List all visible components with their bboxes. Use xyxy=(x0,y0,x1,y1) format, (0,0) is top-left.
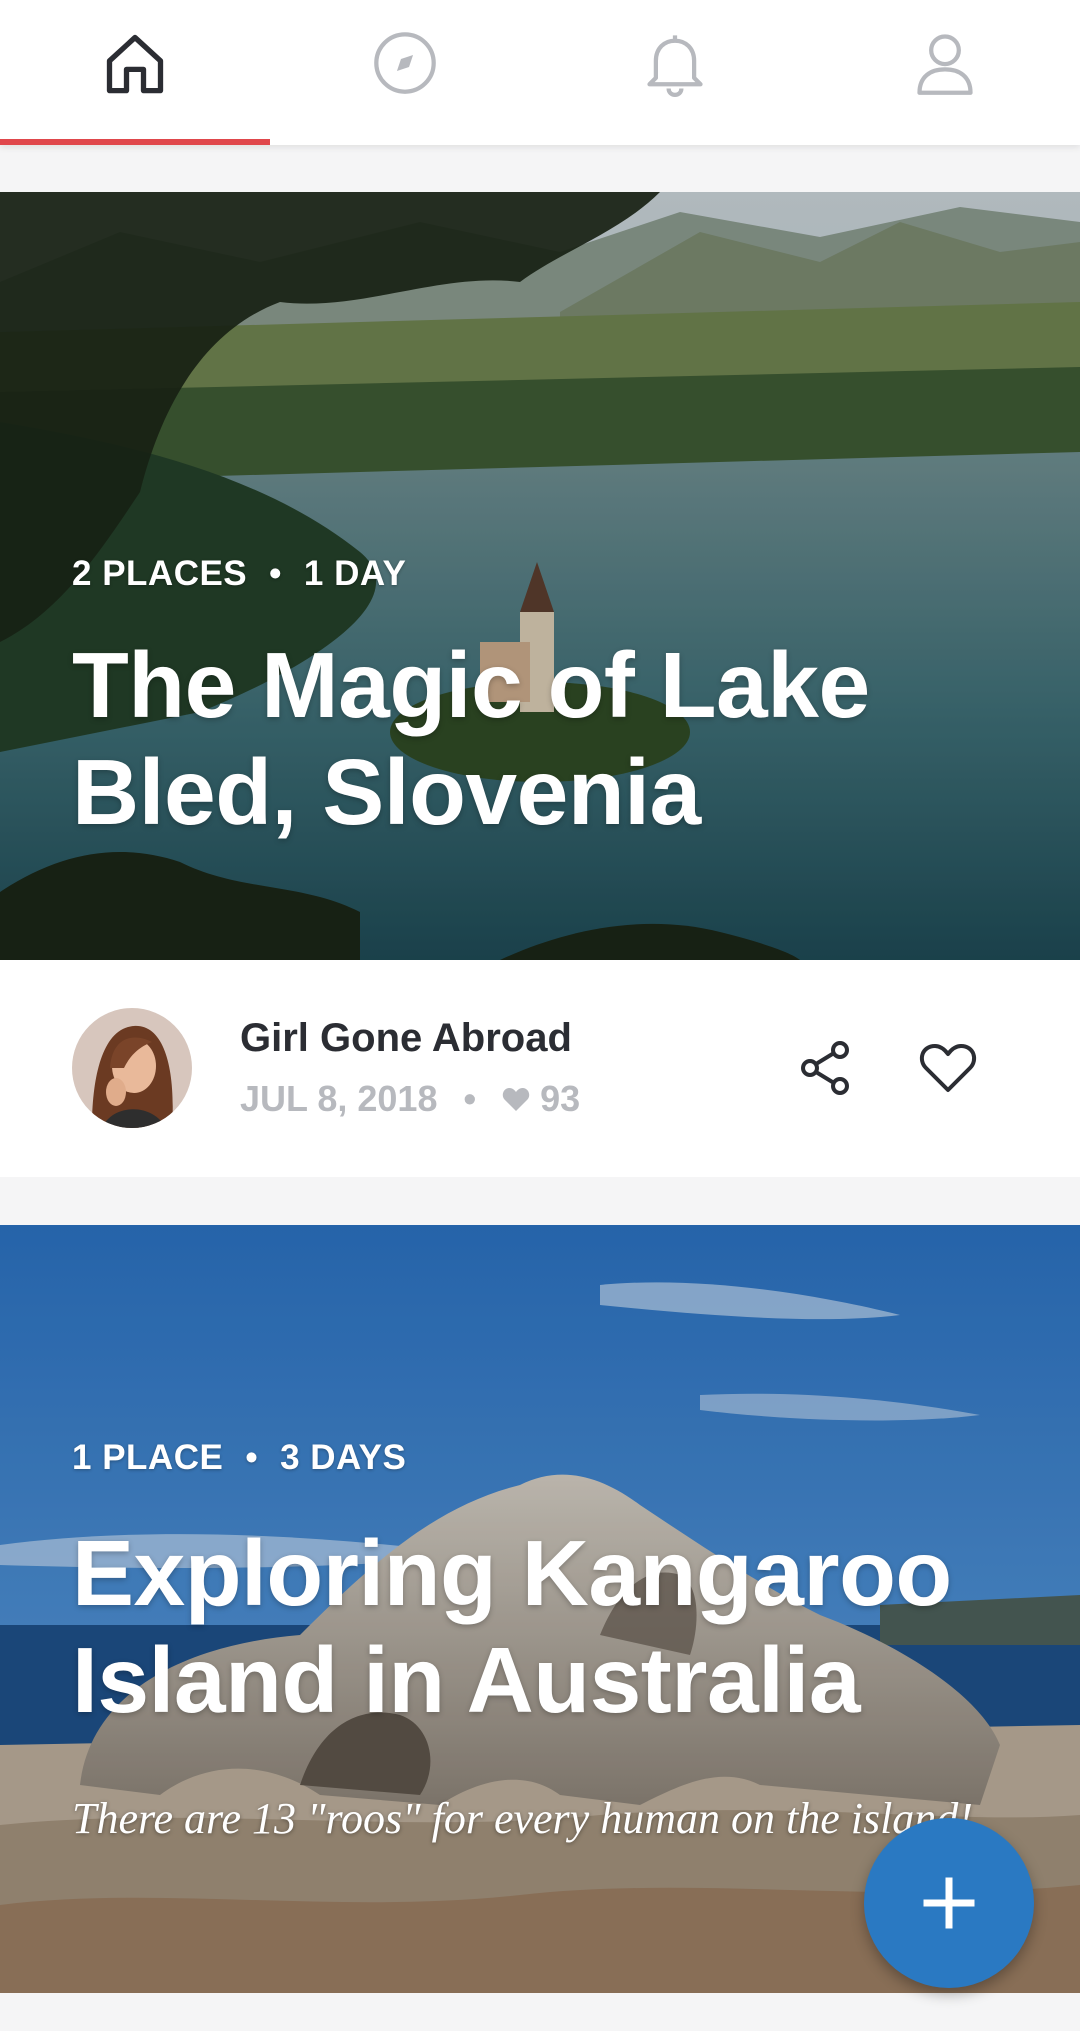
author-name[interactable]: Girl Gone Abroad xyxy=(240,1016,572,1061)
days-count: 1 DAY xyxy=(303,554,407,593)
tab-home[interactable] xyxy=(0,0,270,145)
like-count-heart-icon xyxy=(502,1088,530,1111)
home-icon xyxy=(106,34,164,93)
places-count: 2 PLACES xyxy=(72,554,248,593)
trip-card-lake-bled[interactable]: 2 PLACES • 1 DAY The Magic of Lake Bled, S… xyxy=(0,192,1080,960)
trip-title: Exploring Kangaroo Island in Australia xyxy=(72,1521,952,1732)
meta-separator: • xyxy=(463,1078,477,1119)
trip-title: The Magic of Lake Bled, Slovenia xyxy=(72,633,870,844)
profile-icon xyxy=(917,33,973,95)
tab-notifications[interactable] xyxy=(540,0,810,145)
trip-subtitle: There are 13 "roos" for every human on t… xyxy=(72,1794,973,1843)
post-date: JUL 8, 2018 xyxy=(240,1078,438,1119)
places-count: 1 PLACE xyxy=(72,1438,224,1477)
bell-icon xyxy=(647,34,703,97)
compass-icon xyxy=(374,31,436,94)
active-tab-indicator xyxy=(0,139,270,145)
trip-meta: 1 PLACE • 3 DAYS xyxy=(72,1438,406,1478)
plus-icon xyxy=(923,1877,975,1929)
share-icon xyxy=(801,1041,849,1095)
avatar[interactable] xyxy=(72,1008,192,1128)
top-navigation-bar xyxy=(0,0,1080,145)
share-button[interactable] xyxy=(788,1030,864,1106)
avatar-photo xyxy=(72,1008,192,1128)
trip-meta: 2 PLACES • 1 DAY xyxy=(72,554,406,594)
post-meta: JUL 8, 2018 • 93 xyxy=(240,1078,580,1120)
heart-icon xyxy=(919,1044,977,1092)
tab-explore[interactable] xyxy=(270,0,540,145)
days-count: 3 DAYS xyxy=(280,1438,407,1477)
author-bar: Girl Gone Abroad JUL 8, 2018 • 93 xyxy=(0,960,1080,1177)
like-button[interactable] xyxy=(910,1030,986,1106)
like-count: 93 xyxy=(540,1078,581,1119)
meta-separator: • xyxy=(269,554,282,593)
tab-profile[interactable] xyxy=(810,0,1080,145)
add-trip-button[interactable] xyxy=(864,1818,1034,1988)
meta-separator: • xyxy=(245,1438,259,1477)
